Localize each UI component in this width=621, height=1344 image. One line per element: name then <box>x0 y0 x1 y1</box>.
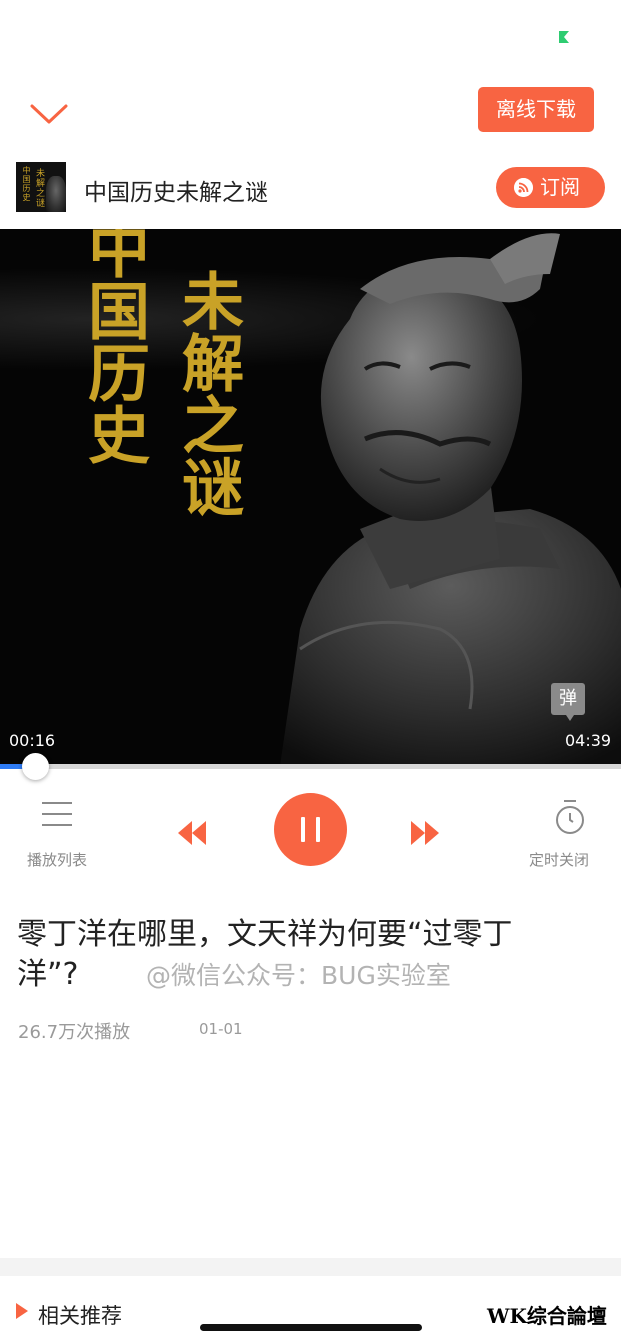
cover-title-text-2: 未解之谜 <box>171 269 244 517</box>
total-time: 04:39 <box>565 731 612 750</box>
album-cover-thumbnail[interactable]: 中国历史 未解之谜 <box>16 162 66 212</box>
playlist-icon <box>42 802 72 826</box>
chevron-down-icon[interactable] <box>26 96 72 130</box>
wechat-watermark: @微信公众号：BUG实验室 <box>146 961 451 990</box>
next-track-icon[interactable] <box>409 818 441 848</box>
progress-thumb[interactable] <box>22 753 49 780</box>
publish-date: 01-01 <box>199 1020 243 1038</box>
statue-thumbnail <box>46 176 66 212</box>
danmaku-button[interactable]: 弹 <box>551 683 585 721</box>
status-bar <box>0 0 621 70</box>
play-count: 26.7万次播放 <box>18 1022 131 1043</box>
status-indicator-icon <box>559 31 569 43</box>
previous-track-icon[interactable] <box>176 818 208 848</box>
related-label: 相关推荐 <box>38 1304 122 1328</box>
subscribe-button[interactable]: 订阅 <box>496 167 605 208</box>
playlist-label: 播放列表 <box>27 851 88 869</box>
offline-download-button[interactable]: 离线下载 <box>478 87 594 132</box>
album-cover-text-2: 未解之谜 <box>34 168 44 208</box>
current-time: 00:16 <box>9 731 56 750</box>
pause-icon[interactable] <box>274 793 347 866</box>
triangle-right-icon <box>16 1303 28 1319</box>
album-title[interactable]: 中国历史未解之谜 <box>84 173 268 207</box>
rss-icon <box>514 178 533 197</box>
album-cover-text-1: 中国历史 <box>22 166 31 202</box>
playlist-button[interactable]: 播放列表 <box>26 795 96 873</box>
timer-label: 定时关闭 <box>529 851 590 869</box>
cover-title-text-1: 中国历史 <box>77 229 150 465</box>
home-indicator[interactable] <box>200 1324 422 1331</box>
section-divider <box>0 1258 621 1276</box>
related-section-header: 相关推荐 WK综合論壇 <box>0 1276 621 1344</box>
forum-watermark: WK综合論壇 <box>487 1304 607 1328</box>
album-row[interactable]: 中国历史 未解之谜 中国历史未解之谜 订阅 <box>0 155 621 221</box>
progress-bar[interactable] <box>0 753 621 780</box>
cover-art: 中国历史 未解之谜 弹 00:16 04:39 <box>0 229 621 766</box>
sleep-timer-button[interactable]: 定时关闭 <box>528 795 598 873</box>
subscribe-label: 订阅 <box>540 175 580 199</box>
timer-icon <box>556 800 584 834</box>
